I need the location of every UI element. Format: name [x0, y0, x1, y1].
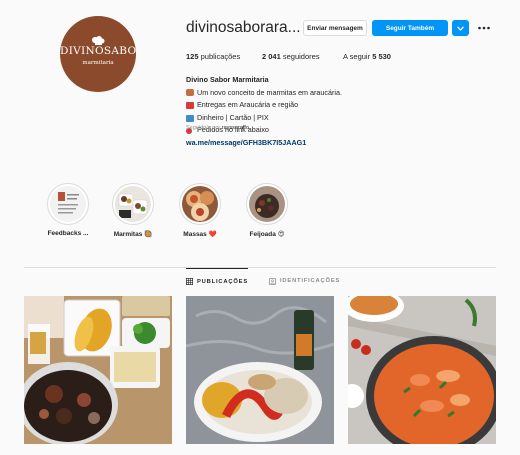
highlight-feedbacks[interactable]: Feedbacks ...	[37, 183, 99, 237]
grid-icon	[186, 278, 193, 285]
bio-line: Dinheiro | Cartão | PIX	[186, 112, 342, 125]
highlight-cover	[50, 186, 86, 222]
more-horizontal-icon	[478, 26, 490, 30]
highlight-label: Feedbacks ...	[47, 230, 89, 237]
post-image	[348, 296, 496, 444]
tab-tagged[interactable]: IDENTIFICAÇÕES	[269, 268, 340, 294]
bio-line-text: Dinheiro | Cartão | PIX	[197, 112, 269, 122]
posts-stat: 125 publicações	[186, 52, 240, 61]
followed-by-text: Seguido/a por rayssaraffo	[186, 125, 249, 131]
highlight-ring	[246, 183, 288, 225]
avatar-logo-subtext: marmitaria	[82, 60, 114, 66]
profile-username: divinosaborara...	[186, 19, 301, 36]
followed-by-user[interactable]: rayssaraffo	[222, 125, 249, 131]
following-stat[interactable]: A seguir 5 530	[343, 52, 391, 61]
followers-stat[interactable]: 2 041 seguidores	[262, 52, 320, 61]
profile-bio: Divino Sabor Marmitaria Um novo conceito…	[186, 74, 342, 150]
post-thumbnail-1[interactable]	[24, 296, 172, 444]
bento-box-icon	[186, 89, 194, 97]
send-message-button[interactable]: Enviar mensagem	[303, 20, 367, 36]
post-image	[24, 296, 172, 444]
money-icon	[186, 114, 194, 122]
tabs-divider	[24, 267, 496, 268]
tab-posts[interactable]: PUBLICAÇÕES	[186, 268, 248, 294]
tab-posts-label: PUBLICAÇÕES	[197, 278, 248, 285]
highlight-ring	[179, 183, 221, 225]
following-label: A seguir	[343, 52, 371, 61]
post-thumbnail-3[interactable]	[348, 296, 496, 444]
more-options-button[interactable]	[478, 21, 490, 35]
bio-line: Entregas em Araucária e região	[186, 99, 342, 112]
suggestions-dropdown-button[interactable]	[452, 20, 469, 36]
posts-count: 125	[186, 52, 199, 61]
highlight-label: Massas ❤️	[183, 231, 217, 238]
tab-tagged-label: IDENTIFICAÇÕES	[280, 278, 341, 284]
delivery-truck-icon	[186, 101, 194, 109]
highlight-label: Marmitas 🥘	[113, 231, 153, 238]
bio-line-text: Entregas em Araucária e região	[197, 100, 299, 110]
posts-label: publicações	[200, 52, 241, 61]
followers-count: 2 041	[262, 52, 281, 61]
bio-name: Divino Sabor Marmitaria	[186, 75, 269, 84]
highlight-cover	[115, 186, 151, 222]
highlight-ring	[47, 183, 89, 225]
avatar-logo-text: DIVINOSABOR	[60, 45, 136, 57]
bio-line-text: Um novo conceito de marmitas em araucári…	[197, 87, 343, 97]
followed-by-prefix: Seguido/a por	[186, 125, 221, 131]
post-image	[186, 296, 334, 444]
highlight-label: Feijoada 😍	[249, 231, 285, 238]
tagged-icon	[269, 277, 276, 285]
profile-avatar[interactable]: DIVINOSABOR marmitaria	[60, 16, 136, 92]
bio-line: Um novo conceito de marmitas em araucári…	[186, 87, 342, 100]
chevron-down-icon	[457, 25, 464, 31]
highlight-marmitas[interactable]: Marmitas 🥘	[102, 183, 164, 238]
highlight-massas[interactable]: Massas ❤️	[169, 183, 231, 238]
post-thumbnail-2[interactable]	[186, 296, 334, 444]
bio-link[interactable]: wa.me/message/GFH3BK7I5JAAG1	[186, 137, 342, 150]
follow-back-button[interactable]: Seguir Também	[372, 20, 448, 36]
highlight-cover	[182, 186, 218, 222]
following-count: 5 530	[372, 52, 391, 61]
highlight-cover	[249, 186, 285, 222]
highlight-ring	[112, 183, 154, 225]
highlight-feijoada[interactable]: Feijoada 😍	[236, 183, 298, 238]
followers-label: seguidores	[282, 52, 320, 61]
